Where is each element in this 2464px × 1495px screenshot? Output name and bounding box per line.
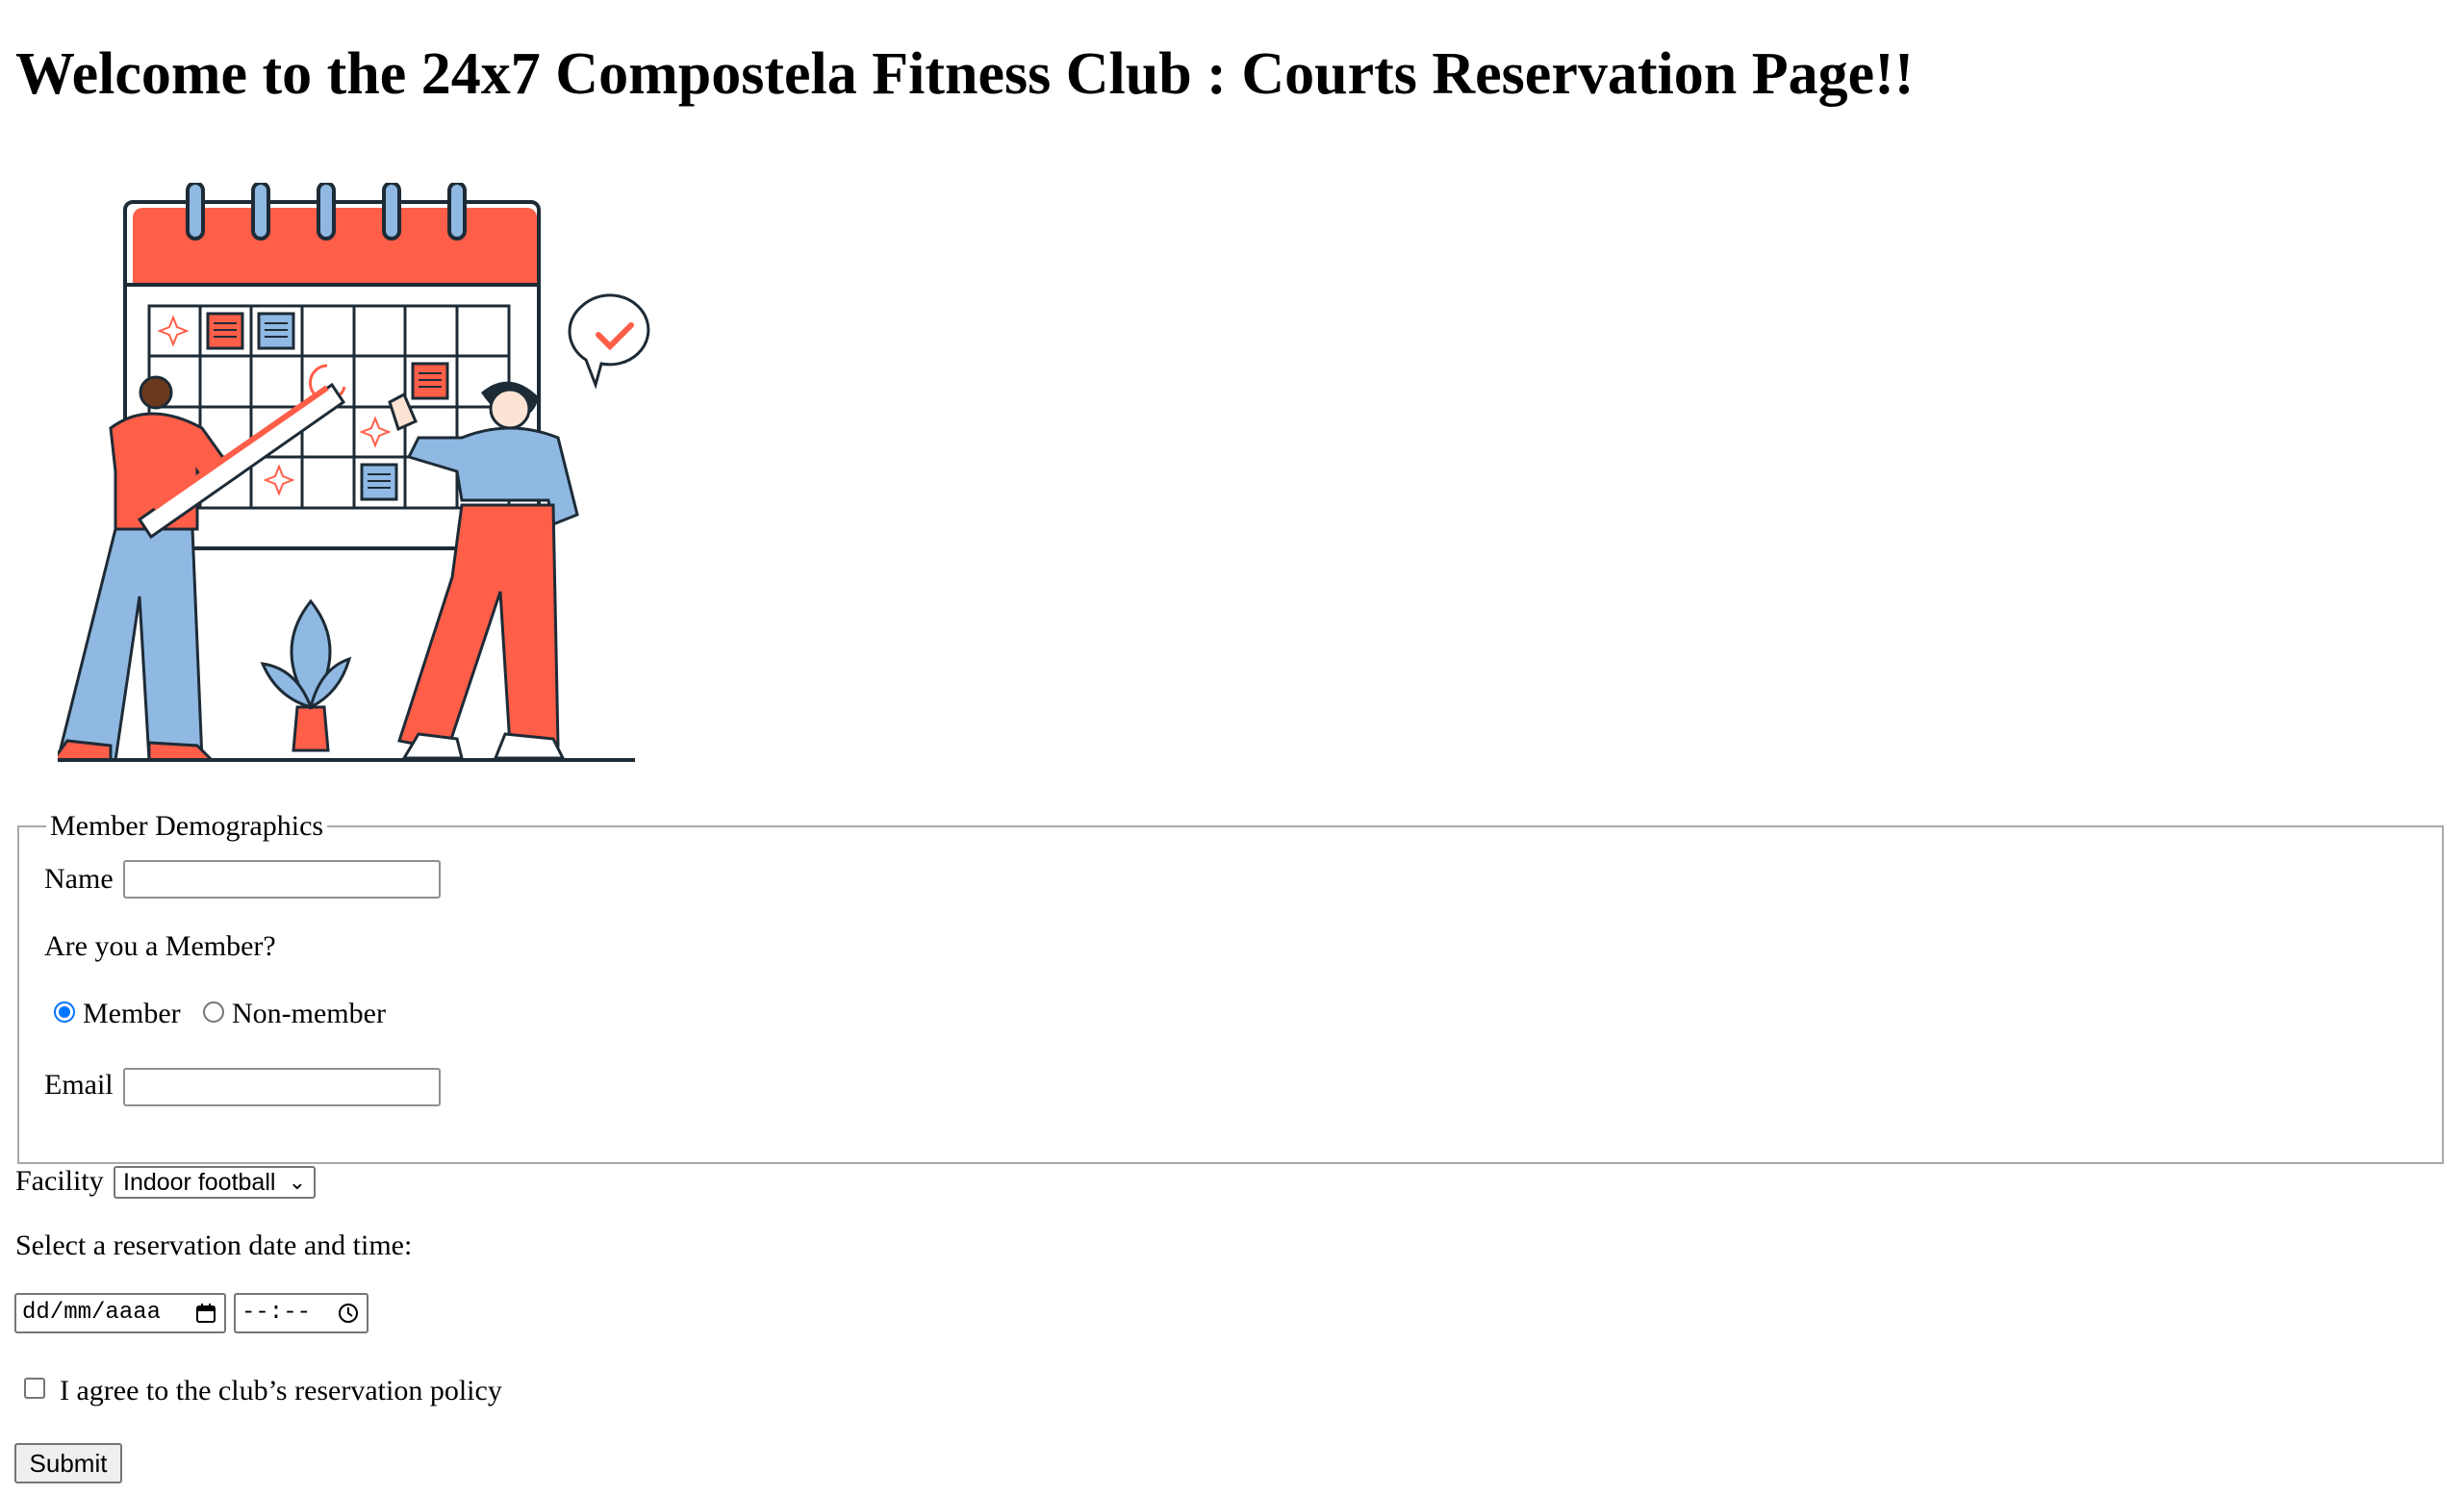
date-placeholder: dd/mm/aaaa — [22, 1300, 162, 1326]
page-title: Welcome to the 24x7 Compostela Fitness C… — [15, 41, 1915, 107]
policy-label: I agree to the club’s reservation policy — [60, 1375, 502, 1406]
member-radio-label: Member — [83, 998, 181, 1029]
clock-icon[interactable] — [338, 1303, 359, 1324]
time-placeholder: --:-- — [241, 1300, 312, 1326]
calendar-icon[interactable] — [195, 1303, 216, 1324]
reservation-prompt: Select a reservation date and time: — [15, 1229, 413, 1261]
email-label: Email — [44, 1069, 114, 1101]
name-label: Name — [44, 863, 114, 895]
reservation-time-input[interactable]: --:-- — [234, 1293, 368, 1333]
nonmember-radio-label: Non-member — [232, 998, 386, 1029]
reservation-date-input[interactable]: dd/mm/aaaa — [14, 1293, 226, 1333]
fieldset-legend: Member Demographics — [46, 810, 328, 843]
email-input[interactable] — [123, 1068, 441, 1106]
chevron-down-icon: ⌄ — [288, 1170, 306, 1194]
nonmember-radio[interactable] — [203, 1001, 224, 1023]
name-input[interactable] — [123, 860, 441, 899]
reservation-page: Welcome to the 24x7 Compostela Fitness C… — [0, 0, 2464, 1495]
facility-label: Facility — [15, 1165, 104, 1197]
facility-select[interactable]: Indoor football ⌄ — [114, 1166, 316, 1199]
member-radio[interactable] — [54, 1001, 75, 1023]
facility-select-value: Indoor football — [123, 1169, 276, 1196]
policy-checkbox[interactable] — [24, 1378, 45, 1399]
calendar-scheduling-illustration — [58, 183, 650, 762]
submit-button[interactable]: Submit — [14, 1443, 122, 1483]
member-question: Are you a Member? — [44, 930, 276, 962]
